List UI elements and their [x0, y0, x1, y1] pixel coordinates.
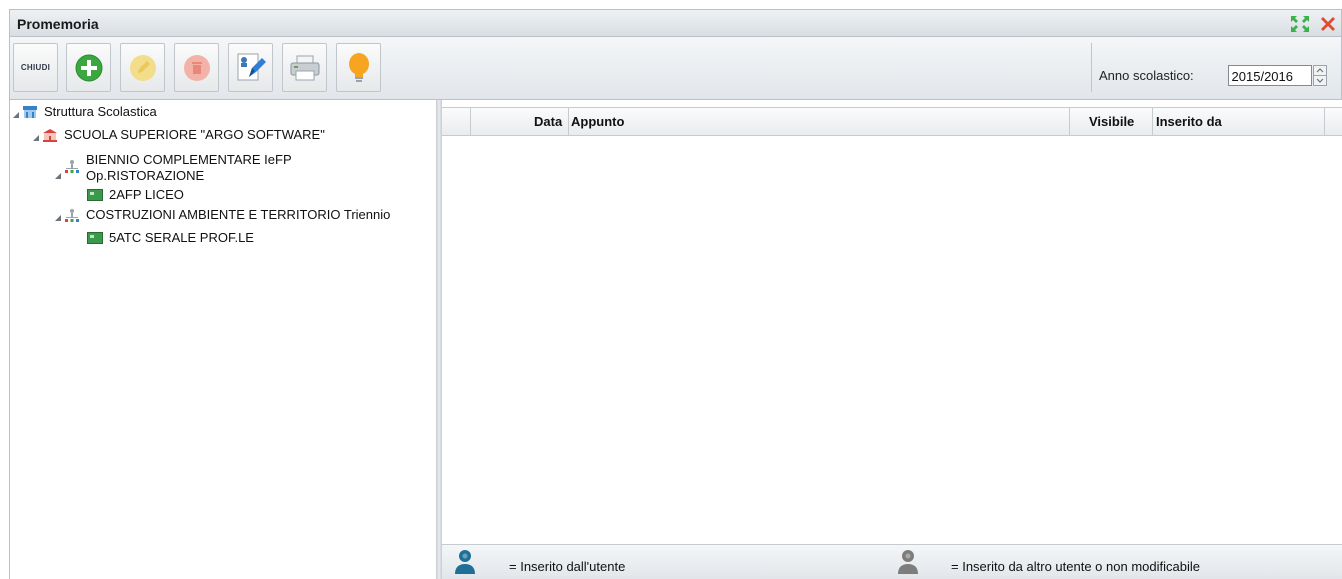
class-icon — [87, 189, 103, 201]
tree-node-label: BIENNIO COMPLEMENTARE IeFP Op.RISTORAZIO… — [86, 152, 292, 183]
column-header-note[interactable]: Appunto — [569, 108, 1070, 135]
edit-button[interactable] — [120, 43, 165, 92]
tree-expanded-icon — [55, 173, 61, 179]
lightbulb-icon — [348, 52, 369, 82]
close-button-label: CHIUDI — [20, 63, 51, 72]
tips-button[interactable] — [336, 43, 381, 92]
column-header-inserted-by[interactable]: Inserito da — [1153, 108, 1325, 135]
grid-body[interactable] — [442, 136, 1342, 544]
delete-button[interactable] — [174, 43, 219, 92]
add-icon — [75, 54, 102, 81]
grid-header-selector[interactable] — [442, 108, 471, 135]
toolbar-divider — [1091, 43, 1092, 92]
tree-node-structure[interactable]: Struttura Scolastica — [12, 105, 157, 119]
class-icon — [87, 232, 103, 244]
tree-node-label: 5ATC SERALE PROF.LE — [109, 230, 254, 245]
legend-other-label: = Inserito da altro utente o non modific… — [951, 559, 1200, 574]
tree-node-school[interactable]: SCUOLA SUPERIORE "ARGO SOFTWARE" — [32, 128, 325, 142]
tree-node-course[interactable]: BIENNIO COMPLEMENTARE IeFP Op.RISTORAZIO… — [54, 152, 292, 184]
institution-icon — [23, 106, 37, 118]
printer-icon — [290, 55, 319, 80]
user-own-icon — [455, 550, 475, 574]
user-edit-button[interactable] — [228, 43, 273, 92]
tree-expanded-icon — [13, 112, 19, 118]
grid-legend: = Inserito dall'utente = Inserito da alt… — [442, 544, 1342, 579]
window-titlebar: Promemoria — [9, 9, 1342, 36]
course-icon — [65, 209, 79, 222]
user-other-icon — [898, 550, 918, 574]
add-button[interactable] — [66, 43, 111, 92]
school-year-field[interactable] — [1228, 65, 1312, 86]
tree-node-class[interactable]: 5ATC SERALE PROF.LE — [87, 231, 254, 245]
edit-icon — [129, 54, 156, 81]
user-edit-icon — [237, 53, 266, 80]
tree-node-label: COSTRUZIONI AMBIENTE E TERRITORIO Trienn… — [86, 207, 391, 222]
tree-expanded-icon — [55, 215, 61, 221]
print-button[interactable] — [282, 43, 327, 92]
maximize-icon[interactable] — [1290, 15, 1310, 33]
grid-header: Data Appunto Visibile Inserito da — [442, 107, 1342, 136]
tree-node-class[interactable]: 2AFP LICEO — [87, 188, 184, 202]
delete-icon — [183, 54, 210, 81]
school-year-label: Anno scolastico: — [1099, 68, 1194, 83]
close-button[interactable]: CHIUDI — [13, 43, 58, 92]
notes-grid: Data Appunto Visibile Inserito da = Inse… — [442, 100, 1342, 579]
school-structure-tree: Struttura Scolastica SCUOLA SUPERIORE "A… — [9, 100, 436, 579]
toolbar: CHIUDI Anno scolastico: 2015/2016 — [9, 36, 1342, 100]
column-header-date[interactable]: Data — [471, 108, 569, 135]
school-icon — [43, 129, 57, 142]
tree-node-label: Struttura Scolastica — [44, 104, 157, 119]
tree-node-label: 2AFP LICEO — [109, 187, 184, 202]
legend-own-label: = Inserito dall'utente — [509, 559, 626, 574]
tree-expanded-icon — [33, 135, 39, 141]
close-icon[interactable] — [1318, 14, 1338, 34]
tree-node-label: SCUOLA SUPERIORE "ARGO SOFTWARE" — [64, 127, 325, 142]
school-year-spinner-icon[interactable] — [1313, 65, 1327, 86]
window-title: Promemoria — [17, 16, 99, 32]
column-header-visible[interactable]: Visibile — [1070, 108, 1153, 135]
tree-node-course[interactable]: COSTRUZIONI AMBIENTE E TERRITORIO Trienn… — [54, 208, 390, 222]
